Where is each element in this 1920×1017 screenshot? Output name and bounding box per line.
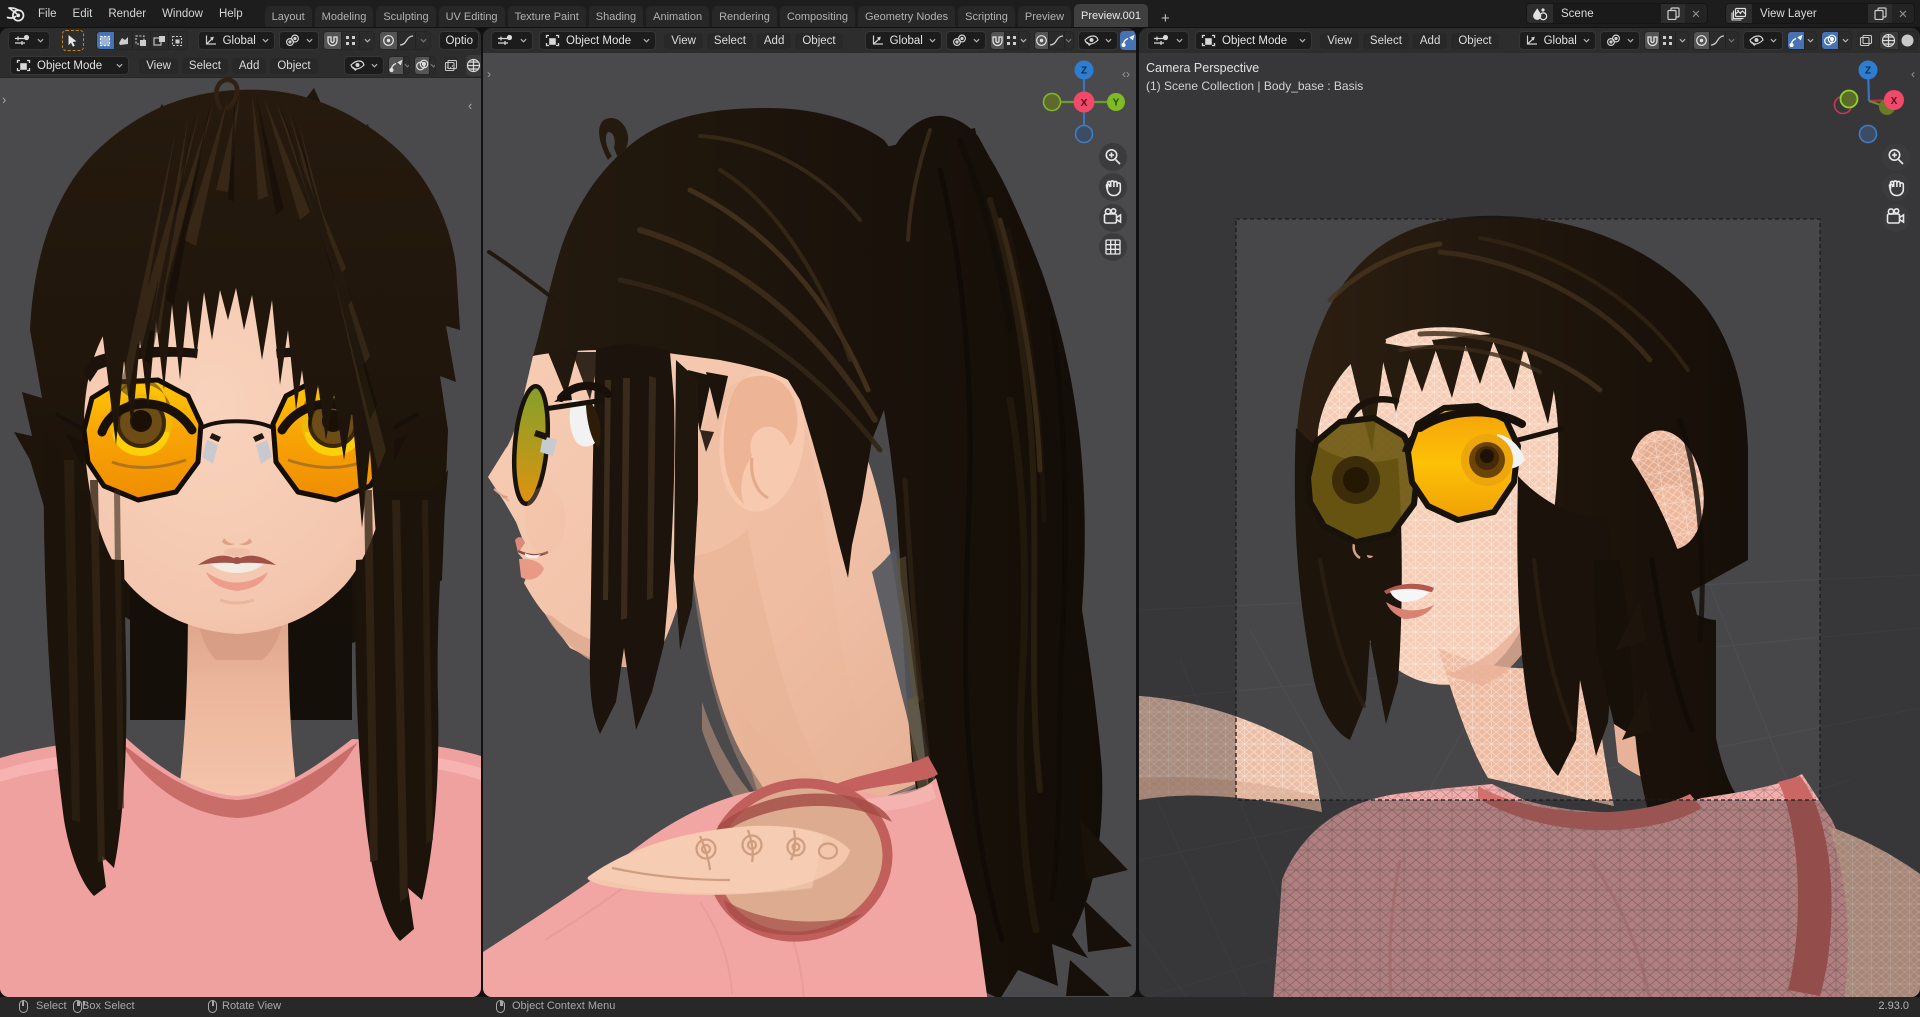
svg-text:Z: Z [1865,66,1871,77]
svg-text:(1) Scene Collection | Body_ba: (1) Scene Collection | Body_base : Basis [1146,79,1363,93]
svg-text:›: › [2,92,6,107]
svg-text:‹›: ‹› [1122,67,1130,81]
svg-text:X: X [1080,97,1087,109]
svg-text:Camera Perspective: Camera Perspective [1146,61,1259,75]
svg-text:X: X [1891,96,1898,107]
svg-text:‹: ‹ [1911,67,1915,81]
svg-text:‹: ‹ [468,98,472,113]
svg-text:Y: Y [1113,98,1120,109]
svg-text:Z: Z [1081,66,1087,77]
svg-text:›: › [487,67,491,81]
